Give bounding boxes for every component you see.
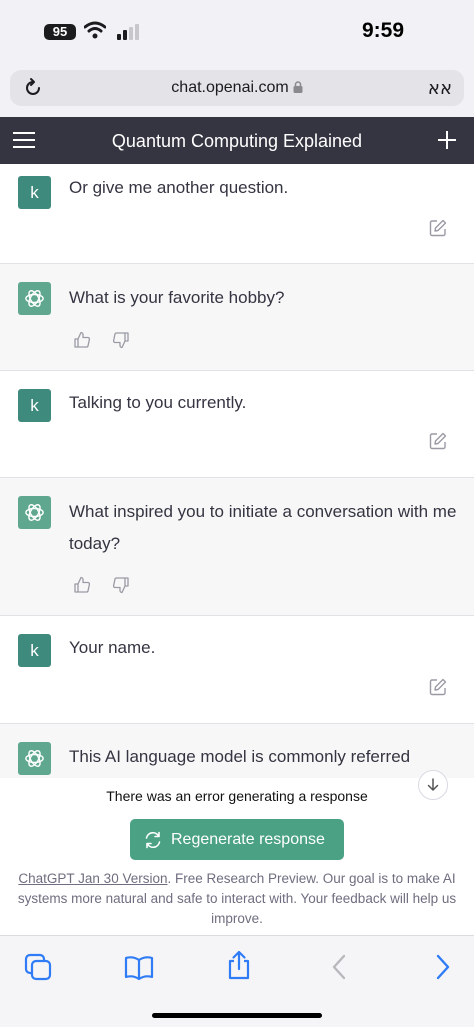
edit-icon[interactable] xyxy=(429,432,447,450)
browser-address-area: chat.openai.com אא xyxy=(0,62,474,117)
assistant-avatar xyxy=(18,282,51,315)
chat-footer: There was an error generating a response… xyxy=(0,770,474,935)
user-message: k Talking to you currently. xyxy=(0,371,474,478)
version-link[interactable]: ChatGPT Jan 30 Version xyxy=(18,871,167,886)
user-avatar: k xyxy=(18,389,51,422)
thumbs-up-icon[interactable] xyxy=(73,576,91,594)
bookmarks-icon[interactable] xyxy=(124,955,154,981)
browser-toolbar xyxy=(0,935,474,1027)
url-text: chat.openai.com xyxy=(171,79,289,96)
user-message: k Or give me another question. xyxy=(0,164,474,264)
status-bar: 95 9:59 xyxy=(0,0,474,62)
thumbs-down-icon[interactable] xyxy=(112,331,130,349)
lock-icon xyxy=(293,81,303,93)
message-text: This AI language model is commonly refer… xyxy=(69,747,411,766)
app-header: Quantum Computing Explained xyxy=(0,117,474,164)
message-text: What inspired you to initiate a conversa… xyxy=(69,502,457,553)
assistant-message: What inspired you to initiate a conversa… xyxy=(0,478,474,616)
message-text: Talking to you currently. xyxy=(69,393,247,412)
home-indicator xyxy=(152,1013,322,1018)
back-icon[interactable] xyxy=(331,954,347,980)
message-text: Or give me another question. xyxy=(69,178,289,197)
user-avatar: k xyxy=(18,634,51,667)
openai-logo-icon xyxy=(25,750,44,767)
battery-indicator: 95 xyxy=(44,24,76,40)
conversation-thread: k Or give me another question. What is y… xyxy=(0,164,474,778)
disclaimer: ChatGPT Jan 30 Version. Free Research Pr… xyxy=(10,869,464,929)
forward-icon[interactable] xyxy=(435,954,451,980)
regenerate-icon xyxy=(145,831,161,849)
signal-icon xyxy=(117,24,139,40)
message-text: What is your favorite hobby? xyxy=(69,288,285,307)
openai-logo-icon xyxy=(25,290,44,307)
openai-logo-icon xyxy=(25,504,44,521)
assistant-message: This AI language model is commonly refer… xyxy=(0,724,474,778)
conversation-title: Quantum Computing Explained xyxy=(111,131,363,151)
clock: 9:59 xyxy=(362,19,405,42)
share-icon[interactable] xyxy=(226,950,252,980)
url-display[interactable]: chat.openai.com xyxy=(10,79,464,97)
plus-icon[interactable] xyxy=(437,130,457,150)
assistant-avatar xyxy=(18,496,51,529)
regenerate-response-button[interactable]: Regenerate response xyxy=(130,819,344,860)
tabs-icon[interactable] xyxy=(24,953,52,981)
address-bar[interactable]: chat.openai.com אא xyxy=(10,70,464,106)
edit-icon[interactable] xyxy=(429,219,447,237)
reader-options-icon[interactable]: אא xyxy=(428,78,452,99)
thumbs-down-icon[interactable] xyxy=(112,576,130,594)
assistant-avatar xyxy=(18,742,51,775)
user-message: k Your name. xyxy=(0,616,474,724)
edit-icon[interactable] xyxy=(429,678,447,696)
message-text: Your name. xyxy=(69,638,156,657)
wifi-icon xyxy=(84,21,106,39)
thumbs-up-icon[interactable] xyxy=(73,331,91,349)
regenerate-label: Regenerate response xyxy=(171,831,325,848)
user-avatar: k xyxy=(18,176,51,209)
assistant-message: What is your favorite hobby? xyxy=(0,264,474,371)
error-message: There was an error generating a response xyxy=(106,788,368,804)
